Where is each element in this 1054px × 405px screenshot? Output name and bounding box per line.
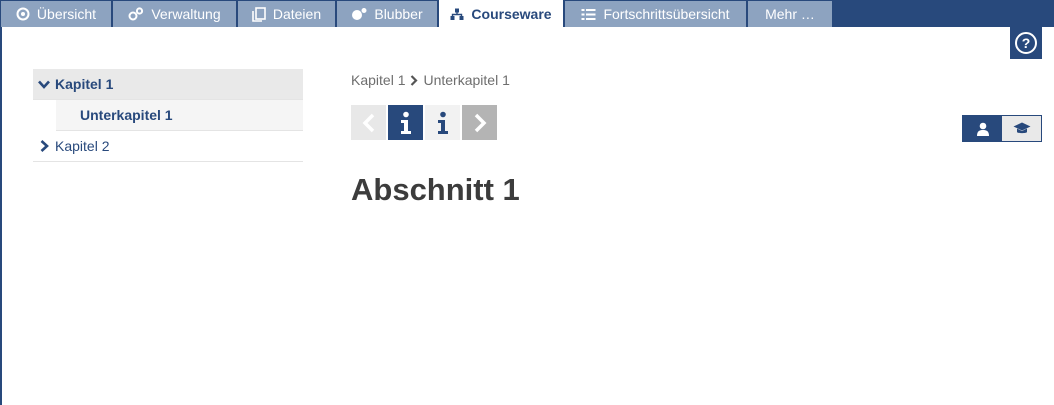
tree-item-kapitel-1[interactable]: Kapitel 1 — [33, 69, 303, 100]
progress-list-icon — [581, 8, 596, 20]
info-icon — [400, 111, 411, 134]
help-icon: ? — [1015, 32, 1037, 54]
svg-text:?: ? — [1022, 35, 1031, 51]
info-button[interactable] — [425, 105, 460, 140]
breadcrumb-item[interactable]: Kapitel 1 — [351, 72, 405, 88]
tab-fortschrittsuebersicht[interactable]: Fortschrittsübersicht — [565, 1, 746, 27]
breadcrumb-item[interactable]: Unterkapitel 1 — [423, 72, 509, 88]
tab-label: Übersicht — [36, 6, 97, 22]
tab-label: Blubber — [374, 6, 423, 22]
courseware-tree: Kapitel 1 Unterkapitel 1 Kapitel 2 — [33, 69, 303, 162]
tree-item-unterkapitel-1[interactable]: Unterkapitel 1 — [56, 100, 303, 131]
student-view-button[interactable] — [963, 116, 1002, 141]
blubber-icon — [352, 8, 367, 20]
next-button[interactable] — [462, 105, 497, 140]
tab-label: Mehr … — [765, 6, 815, 22]
tab-dateien[interactable]: Dateien — [238, 1, 335, 27]
tab-label: Verwaltung — [151, 6, 221, 22]
tab-mehr[interactable]: Mehr … — [748, 1, 832, 27]
next-arrow-icon — [474, 113, 486, 132]
chevron-down-icon — [38, 80, 50, 89]
tree-item-label: Unterkapitel 1 — [80, 107, 173, 123]
tree-item-label: Kapitel 2 — [55, 138, 110, 154]
unit-navigation — [351, 105, 497, 140]
breadcrumb: Kapitel 1 Unterkapitel 1 — [351, 72, 510, 88]
tab-courseware[interactable]: Courseware — [439, 0, 563, 28]
courseware-icon — [450, 8, 464, 20]
tab-label: Fortschrittsübersicht — [603, 6, 730, 22]
seminar-icon — [16, 7, 30, 21]
section-title: Abschnitt 1 — [351, 172, 520, 207]
tab-blubber[interactable]: Blubber — [337, 1, 437, 27]
tab-uebersicht[interactable]: Übersicht — [1, 1, 111, 27]
chevron-right-icon — [411, 74, 419, 86]
chevron-right-icon — [40, 140, 49, 152]
tab-label: Dateien — [272, 6, 322, 22]
prev-arrow-icon — [362, 113, 374, 132]
info-icon — [437, 111, 448, 134]
teacher-view-icon — [1013, 122, 1030, 134]
tree-item-kapitel-2[interactable]: Kapitel 2 — [33, 131, 303, 162]
course-tab-bar: Übersicht Verwaltung Dateien Blubber Cou… — [0, 0, 1054, 28]
tab-label: Courseware — [471, 6, 552, 22]
teacher-view-button[interactable] — [1002, 116, 1041, 141]
student-view-icon — [976, 122, 989, 136]
prev-button[interactable] — [351, 105, 386, 140]
tree-item-label: Kapitel 1 — [55, 76, 114, 92]
info-button-active[interactable] — [388, 105, 423, 140]
files-icon — [252, 6, 266, 22]
tab-verwaltung[interactable]: Verwaltung — [113, 1, 236, 27]
help-button[interactable]: ? — [1010, 27, 1042, 59]
admin-gears-icon — [128, 7, 144, 21]
view-mode-toggle — [962, 115, 1042, 142]
